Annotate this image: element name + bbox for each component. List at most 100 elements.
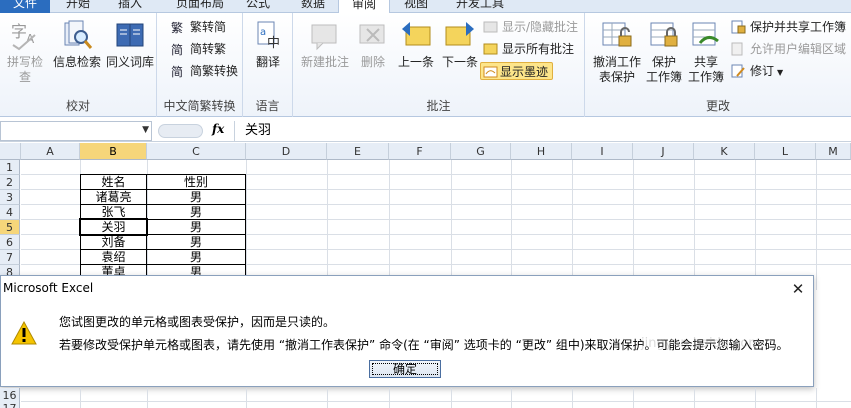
cell-c2[interactable]: 性别 bbox=[146, 174, 246, 190]
tab-data[interactable]: 数据 bbox=[295, 0, 331, 13]
cell-c5[interactable]: 男 bbox=[146, 219, 246, 235]
column-header-g[interactable]: G bbox=[451, 143, 511, 160]
group-label-language: 语言 bbox=[255, 99, 280, 113]
trad-to-simp-button[interactable]: 繁 繁转简 bbox=[171, 18, 226, 36]
formula-bar: ▼ fx 关羽 bbox=[0, 120, 851, 142]
protect-share-workbook-button[interactable]: 保护并共享工作簿 bbox=[731, 18, 846, 36]
name-box-dropdown-icon[interactable]: ▼ bbox=[142, 125, 149, 135]
simp-to-trad-button[interactable]: 简 简转繁 bbox=[171, 40, 226, 58]
gridline bbox=[755, 388, 756, 408]
tab-page-layout[interactable]: 页面布局 bbox=[170, 0, 230, 13]
column-header-k[interactable]: K bbox=[694, 143, 755, 160]
column-header-a[interactable]: A bbox=[21, 143, 80, 160]
row-header-5[interactable]: 5 bbox=[0, 220, 20, 235]
show-all-comments-icon bbox=[483, 42, 498, 56]
tab-home[interactable]: 开始 bbox=[60, 0, 96, 13]
ok-button[interactable]: 确定 bbox=[369, 360, 441, 378]
allow-edit-ranges-button[interactable]: 允许用户编辑区域 bbox=[731, 40, 846, 58]
next-comment-icon bbox=[444, 19, 476, 51]
cell-c3[interactable]: 男 bbox=[146, 189, 246, 205]
excel-window: 文件 开始 插入 页面布局 公式 数据 审阅 视图 开发工具 字A 拼写检查 信… bbox=[0, 0, 851, 408]
gridline bbox=[694, 160, 695, 290]
column-header-m[interactable]: M bbox=[816, 143, 851, 160]
delete-comment-button[interactable]: 删除 bbox=[355, 19, 391, 70]
dialog-title-separator bbox=[1, 303, 813, 304]
new-comment-button[interactable]: 新建批注 bbox=[297, 19, 353, 70]
track-changes-dropdown-icon: ▼ bbox=[777, 68, 784, 77]
tab-insert[interactable]: 插入 bbox=[112, 0, 148, 13]
column-header-l[interactable]: L bbox=[755, 143, 816, 160]
cell-c6[interactable]: 男 bbox=[146, 234, 246, 250]
track-changes-icon bbox=[731, 64, 746, 78]
gridline bbox=[572, 388, 573, 408]
convert-chinese-button[interactable]: 简 简繁转换 bbox=[171, 62, 238, 80]
column-header-b[interactable]: B bbox=[80, 143, 147, 160]
column-header-h[interactable]: H bbox=[511, 143, 572, 160]
row-header-2[interactable]: 2 bbox=[0, 175, 20, 190]
research-button[interactable]: 信息检索 bbox=[52, 19, 102, 70]
share-workbook-button[interactable]: 共享 工作簿 bbox=[685, 19, 727, 85]
row-header-7[interactable]: 7 bbox=[0, 250, 20, 265]
tab-file[interactable]: 文件 bbox=[0, 0, 50, 13]
group-comments: 新建批注 删除 上一条 下一条 显示/隐藏批注 显示所有批注 显示墨迹 批注 bbox=[293, 13, 585, 117]
gridline bbox=[246, 160, 247, 290]
previous-comment-button[interactable]: 上一条 bbox=[395, 19, 437, 70]
share-workbook-icon bbox=[690, 19, 722, 51]
column-header-j[interactable]: J bbox=[633, 143, 694, 160]
column-header-d[interactable]: D bbox=[246, 143, 327, 160]
show-all-comments-button[interactable]: 显示所有批注 bbox=[483, 40, 574, 58]
column-header-f[interactable]: F bbox=[389, 143, 451, 160]
column-header-i[interactable]: I bbox=[572, 143, 633, 160]
row-header-4[interactable]: 4 bbox=[0, 205, 20, 220]
show-ink-button[interactable]: 显示墨迹 bbox=[480, 62, 554, 80]
tab-formulas[interactable]: 公式 bbox=[240, 0, 276, 13]
protect-share-icon bbox=[731, 20, 746, 34]
active-cell-cursor bbox=[79, 218, 148, 236]
tab-developer[interactable]: 开发工具 bbox=[450, 0, 510, 13]
group-label-changes: 更改 bbox=[705, 99, 730, 113]
spell-check-button[interactable]: 字A 拼写检查 bbox=[2, 19, 48, 85]
tab-view[interactable]: 视图 bbox=[398, 0, 434, 13]
unprotect-sheet-button[interactable]: 撤消工作 表保护 bbox=[589, 19, 645, 85]
column-header-e[interactable]: E bbox=[327, 143, 389, 160]
track-changes-button[interactable]: 修订 ▼ bbox=[731, 62, 783, 80]
cell-c7[interactable]: 男 bbox=[146, 249, 246, 265]
previous-comment-icon bbox=[400, 19, 432, 51]
column-header-c[interactable]: C bbox=[147, 143, 246, 160]
tab-review[interactable]: 审阅 bbox=[338, 0, 390, 13]
select-all-corner[interactable] bbox=[0, 143, 21, 160]
dialog-close-button[interactable]: ✕ bbox=[783, 276, 813, 302]
unprotect-sheet-icon bbox=[601, 19, 633, 51]
row-header-1[interactable]: 1 bbox=[0, 160, 20, 175]
row-header-17[interactable]: 17 bbox=[0, 401, 20, 408]
translate-icon: a中 bbox=[252, 19, 284, 51]
svg-text:简: 简 bbox=[171, 65, 183, 78]
cell-b2[interactable]: 姓名 bbox=[80, 174, 147, 190]
new-comment-icon bbox=[309, 19, 341, 51]
name-box[interactable]: ▼ bbox=[0, 121, 152, 141]
dialog-message-primary: 您试图更改的单元格或图表受保护，因而是只读的。 bbox=[59, 315, 336, 329]
cell-b3[interactable]: 诸葛亮 bbox=[80, 189, 147, 205]
convert-icon: 简 bbox=[171, 64, 186, 79]
thesaurus-button[interactable]: 同义词库 bbox=[104, 19, 156, 70]
row-header-3[interactable]: 3 bbox=[0, 190, 20, 205]
protect-workbook-button[interactable]: 保护 工作簿 bbox=[643, 19, 685, 85]
cell-b6[interactable]: 刘备 bbox=[80, 234, 147, 250]
formula-controls: fx bbox=[154, 121, 232, 141]
group-proofing: 字A 拼写检查 信息检索 同义词库 校对 bbox=[0, 13, 157, 117]
show-hide-comment-button[interactable]: 显示/隐藏批注 bbox=[483, 18, 578, 36]
cell-b7[interactable]: 袁绍 bbox=[80, 249, 147, 265]
ribbon-review: 字A 拼写检查 信息检索 同义词库 校对 繁 繁转简 简 简转繁 简 简繁转换 … bbox=[0, 13, 851, 117]
next-comment-button[interactable]: 下一条 bbox=[439, 19, 481, 70]
show-ink-icon bbox=[483, 65, 498, 79]
protect-workbook-icon bbox=[648, 19, 680, 51]
translate-button[interactable]: a中 翻译 bbox=[247, 19, 289, 70]
insert-function-icon[interactable]: fx bbox=[212, 122, 224, 136]
gridline bbox=[816, 388, 817, 408]
row-header-6[interactable]: 6 bbox=[0, 235, 20, 250]
gridline bbox=[633, 388, 634, 408]
gridline bbox=[816, 160, 817, 290]
formula-input[interactable]: 关羽 bbox=[234, 121, 851, 141]
cell-c4[interactable]: 男 bbox=[146, 204, 246, 220]
svg-text:字: 字 bbox=[11, 22, 27, 41]
